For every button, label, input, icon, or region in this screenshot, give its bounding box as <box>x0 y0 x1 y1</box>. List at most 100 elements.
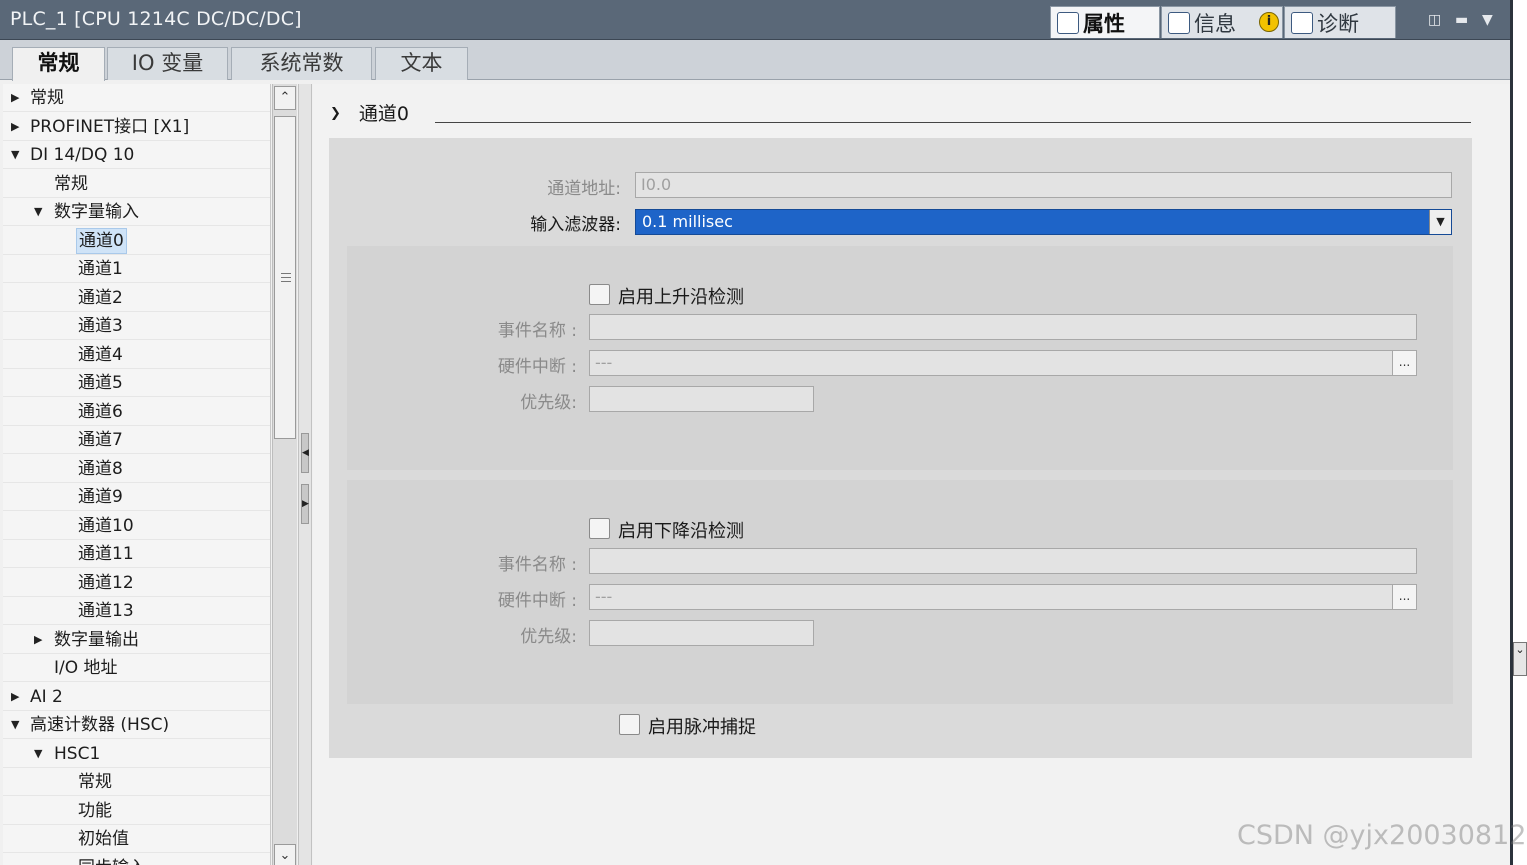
tree-item[interactable]: ▼ DI 14/DQ 10 <box>3 141 270 169</box>
tab-properties-label: 属性 <box>1083 11 1125 36</box>
scroll-thumb[interactable] <box>274 116 296 439</box>
scroll-up-icon[interactable]: ⌃ <box>274 86 296 110</box>
tree-item-label: 数字量输入 <box>54 202 139 222</box>
tree-item[interactable]: 通道10 <box>3 512 270 540</box>
rising-event-name-field[interactable] <box>589 314 1417 340</box>
expanded-arrow-icon[interactable]: ▼ <box>34 740 48 768</box>
collapsed-arrow-icon[interactable]: ▶ <box>11 113 25 141</box>
falling-edge-label: 启用下降沿检测 <box>618 521 744 542</box>
tree-item-label: AI 2 <box>30 686 63 707</box>
rising-browse-button[interactable]: ... <box>1392 351 1416 375</box>
rising-event-name-label: 事件名称 : <box>497 321 577 341</box>
collapsed-arrow-icon[interactable]: ▶ <box>34 626 48 654</box>
rising-hw-interrupt-field[interactable]: --- ... <box>589 350 1417 376</box>
tree-item-label: 常规 <box>54 173 88 194</box>
tree-item-label: 功能 <box>78 800 112 821</box>
chevron-down-icon[interactable]: ▼ <box>1429 210 1451 234</box>
tree-item[interactable]: 通道12 <box>3 569 270 597</box>
tab-diagnostics-label: 诊断 <box>1317 11 1359 36</box>
watermark: CSDN @yjx20030812 <box>1237 820 1527 851</box>
info-badge-icon: i <box>1259 12 1279 32</box>
tree-item-label: 通道1 <box>78 259 123 279</box>
right-edge-bar <box>1510 0 1527 865</box>
scroll-grip-icon <box>281 273 291 274</box>
rising-hw-interrupt-label: 硬件中断 : <box>497 357 577 377</box>
tree-item[interactable]: 常规 <box>3 170 270 198</box>
tab-diagnostics[interactable]: 诊断 <box>1284 6 1396 38</box>
tree-item-label: 通道5 <box>78 373 123 393</box>
tree-item[interactable]: 功能 <box>3 797 270 825</box>
pulse-catch-checkbox[interactable] <box>619 714 640 735</box>
tree-item-label: 高速计数器 (HSC) <box>30 715 170 735</box>
tree-item[interactable]: 通道0 <box>3 227 270 255</box>
scroll-down-icon[interactable]: ⌄ <box>274 844 296 865</box>
rising-edge-checkbox[interactable] <box>589 284 610 305</box>
tree-item[interactable]: 通道11 <box>3 540 270 568</box>
input-filter-label: 输入滤波器: <box>530 215 621 235</box>
tab-info-label: 信息 <box>1194 11 1236 36</box>
input-filter-select[interactable]: 0.1 millisec ▼ <box>635 209 1452 235</box>
tree-item[interactable]: 通道7 <box>3 426 270 454</box>
chevron-down-icon[interactable]: ▼ <box>1482 12 1493 28</box>
tree-item-label: 通道8 <box>78 458 123 479</box>
collapsed-arrow-icon[interactable]: ▶ <box>11 84 25 112</box>
tree-item[interactable]: 通道3 <box>3 312 270 340</box>
tab-properties[interactable]: 属性 <box>1050 6 1160 38</box>
tree-item-label: 通道12 <box>78 572 134 593</box>
tree-item-label: 通道11 <box>78 544 134 564</box>
tree-item-label: PROFINET接口 [X1] <box>30 116 190 137</box>
tab-info[interactable]: 信息 i <box>1161 6 1283 38</box>
tree-item[interactable]: 初始值 <box>3 825 270 853</box>
expanded-arrow-icon[interactable]: ▼ <box>11 711 25 739</box>
falling-event-name-field[interactable] <box>589 548 1417 574</box>
expanded-arrow-icon[interactable]: ▼ <box>34 198 48 226</box>
falling-edge-checkbox[interactable] <box>589 518 610 539</box>
tree-item[interactable]: ▶ PROFINET接口 [X1] <box>3 113 270 141</box>
properties-content: ❯ 通道0 通道地址: I0.0 输入滤波器: 0.1 millisec ▼ 启用… <box>313 84 1510 865</box>
falling-priority-field[interactable] <box>589 620 814 646</box>
properties-icon <box>1057 11 1079 34</box>
tree-item[interactable]: 常规 <box>3 768 270 796</box>
falling-edge-group: 启用下降沿检测 事件名称 : 硬件中断 : --- ... 优先级: <box>347 480 1453 704</box>
tree-item[interactable]: 通道2 <box>3 284 270 312</box>
tree-scrollbar[interactable]: ⌃ ⌄ <box>272 84 297 865</box>
tree-item-label: 常规 <box>78 772 112 792</box>
title-bar: PLC_1 [CPU 1214C DC/DC/DC] 属性 信息 i 诊断 ◫ … <box>0 0 1510 40</box>
tree-item-label: DI 14/DQ 10 <box>30 145 135 165</box>
tree-item[interactable]: ▼ 高速计数器 (HSC) <box>3 711 270 739</box>
tab-general[interactable]: 常规 <box>12 47 105 81</box>
tree-item[interactable]: 通道8 <box>3 455 270 483</box>
tab-texts[interactable]: 文本 <box>375 47 468 80</box>
tree-item[interactable]: 通道6 <box>3 398 270 426</box>
tree-item[interactable]: ▼ HSC1 <box>3 740 270 768</box>
window-title: PLC_1 [CPU 1214C DC/DC/DC] <box>10 8 302 30</box>
collapsed-arrow-icon[interactable]: ▶ <box>11 683 25 711</box>
tree-item[interactable]: 通道1 <box>3 255 270 283</box>
rising-edge-group: 启用上升沿检测 事件名称 : 硬件中断 : --- ... 优先级: <box>347 246 1453 470</box>
tree-item[interactable]: ▶ AI 2 <box>3 683 270 711</box>
tree-item[interactable]: 通道9 <box>3 483 270 511</box>
expanded-arrow-icon[interactable]: ▼ <box>11 141 25 169</box>
tree-item[interactable]: 通道13 <box>3 597 270 625</box>
falling-hw-interrupt-value: --- <box>595 587 613 606</box>
edge-expand-button[interactable]: ⌄ <box>1513 642 1527 676</box>
float-window-icon[interactable]: ◫ <box>1428 12 1441 28</box>
tree-item[interactable]: 通道5 <box>3 369 270 397</box>
tree-item[interactable]: I/O 地址 <box>3 654 270 682</box>
tree-item[interactable]: 同步输入 <box>3 854 270 865</box>
rising-priority-field[interactable] <box>589 386 814 412</box>
tab-system-constants[interactable]: 系统常数 <box>231 47 372 80</box>
expand-right-icon[interactable]: ▶ <box>301 484 309 524</box>
section-divider <box>435 122 1471 123</box>
tree-item[interactable]: ▶ 数字量输出 <box>3 626 270 654</box>
collapse-left-icon[interactable]: ◀ <box>301 433 309 473</box>
tree-item[interactable]: 通道4 <box>3 341 270 369</box>
section-header[interactable]: ❯ 通道0 <box>330 99 409 126</box>
tree-item[interactable]: ▼ 数字量输入 <box>3 198 270 226</box>
pane-splitter[interactable]: ◀ ▶ <box>298 84 312 865</box>
tab-io-tags[interactable]: IO 变量 <box>107 47 228 80</box>
falling-hw-interrupt-field[interactable]: --- ... <box>589 584 1417 610</box>
minimize-icon[interactable]: ▬ <box>1455 12 1468 28</box>
falling-browse-button[interactable]: ... <box>1392 585 1416 609</box>
tree-item[interactable]: ▶ 常规 <box>3 84 270 112</box>
